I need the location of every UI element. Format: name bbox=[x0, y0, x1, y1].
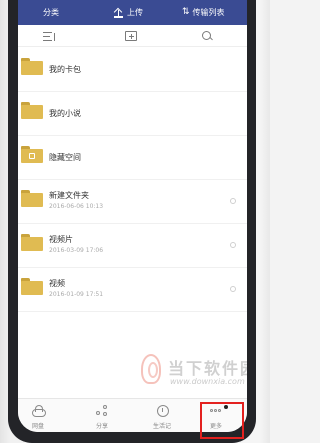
highlight-box bbox=[200, 402, 244, 439]
select-radio[interactable] bbox=[230, 198, 236, 204]
lock-folder-icon bbox=[21, 146, 43, 163]
watermark-text: 当下软件园 bbox=[168, 359, 247, 378]
nav-share[interactable]: 分享 bbox=[82, 399, 122, 432]
phone-screen: 分类 上传 ⇅ 传输列表 我的卡包 我的小说 隐藏空间 新建文件夹 2016-0… bbox=[18, 0, 247, 432]
upload-button[interactable]: 上传 bbox=[114, 0, 143, 25]
watermark-url: www.downxia.com bbox=[170, 377, 245, 386]
category-button[interactable]: 分类 bbox=[30, 0, 59, 25]
folder-icon bbox=[21, 278, 43, 295]
list-item[interactable]: 视频片 2016-03-09 17:06 bbox=[18, 224, 247, 268]
transfer-list-button[interactable]: ⇅ 传输列表 bbox=[182, 0, 225, 25]
select-radio[interactable] bbox=[230, 286, 236, 292]
upload-icon bbox=[114, 8, 123, 18]
file-name: 我的小说 bbox=[49, 109, 81, 118]
nav-life[interactable]: 生活记 bbox=[142, 399, 182, 432]
file-name: 隐藏空间 bbox=[49, 153, 81, 162]
file-date: 2016-06-06 10:13 bbox=[49, 203, 104, 210]
cloud-icon bbox=[32, 405, 46, 417]
nav-cloud-label: 网盘 bbox=[31, 423, 44, 430]
category-label: 分类 bbox=[43, 8, 59, 17]
touch-indicator bbox=[224, 405, 228, 409]
upload-label: 上传 bbox=[127, 8, 143, 17]
list-item[interactable]: 新建文件夹 2016-06-06 10:13 bbox=[18, 180, 247, 224]
new-folder-icon[interactable] bbox=[125, 31, 137, 41]
clock-icon bbox=[156, 405, 169, 417]
list-item[interactable]: 视频 2016-01-09 17:51 bbox=[18, 268, 247, 312]
watermark-logo bbox=[141, 354, 161, 384]
folder-icon bbox=[21, 102, 43, 119]
grid-icon bbox=[30, 8, 39, 17]
file-name: 视频 bbox=[49, 279, 65, 288]
folder-icon bbox=[21, 234, 43, 251]
nav-cloud[interactable]: 网盘 bbox=[18, 399, 58, 432]
transfer-label: 传输列表 bbox=[192, 8, 225, 17]
nav-life-label: 生活记 bbox=[152, 423, 171, 430]
share-icon bbox=[96, 405, 108, 416]
file-name: 新建文件夹 bbox=[49, 191, 89, 200]
file-date: 2016-03-09 17:06 bbox=[49, 247, 104, 254]
toolbar bbox=[18, 25, 247, 47]
folder-icon bbox=[21, 58, 43, 75]
search-icon[interactable] bbox=[201, 30, 215, 42]
nav-share-label: 分享 bbox=[95, 423, 108, 430]
file-name: 我的卡包 bbox=[49, 65, 81, 74]
list-item[interactable]: 我的卡包 bbox=[18, 48, 247, 92]
file-name: 视频片 bbox=[49, 235, 73, 244]
list-item[interactable]: 隐藏空间 bbox=[18, 136, 247, 180]
top-bar: 分类 上传 ⇅ 传输列表 bbox=[18, 0, 247, 25]
sort-icon[interactable] bbox=[43, 30, 57, 42]
select-radio[interactable] bbox=[230, 242, 236, 248]
transfer-icon: ⇅ bbox=[182, 7, 189, 17]
folder-icon bbox=[21, 190, 43, 207]
photo-background: 分类 上传 ⇅ 传输列表 我的卡包 我的小说 隐藏空间 新建文件夹 2016-0… bbox=[0, 0, 270, 443]
file-date: 2016-01-09 17:51 bbox=[49, 291, 104, 298]
list-item[interactable]: 我的小说 bbox=[18, 92, 247, 136]
